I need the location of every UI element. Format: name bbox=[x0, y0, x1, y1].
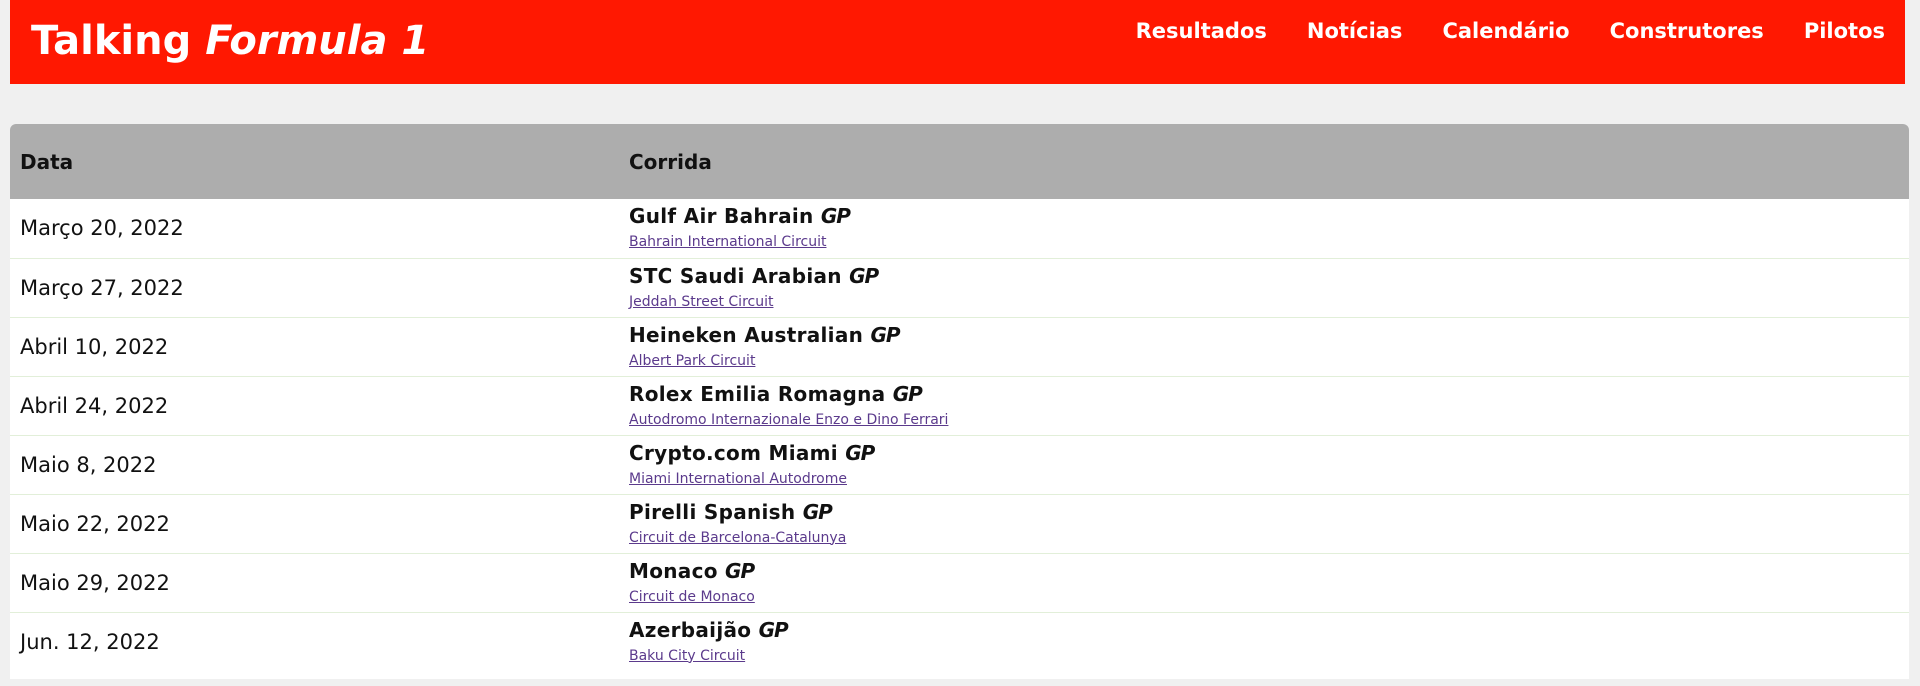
circuit-link[interactable]: Miami International Autodrome bbox=[629, 471, 847, 488]
gp-icon: GP bbox=[802, 499, 833, 524]
table-row: Março 27, 2022 STC Saudi Arabian GP Jeddah… bbox=[10, 258, 1909, 317]
race-date: Abril 24, 2022 bbox=[20, 393, 169, 418]
table-row: Maio 22, 2022 Pirelli Spanish GP Circuit d… bbox=[10, 494, 1909, 553]
race-name: Azerbaijão GP bbox=[629, 619, 1909, 641]
circuit-link[interactable]: Autodromo Internazionale Enzo e Dino Fer… bbox=[629, 412, 948, 429]
race-cell: Crypto.com Miami GP Miami International A… bbox=[619, 435, 1909, 494]
race-name: Crypto.com Miami GP bbox=[629, 442, 1909, 464]
logo-text-italic: Formula 1 bbox=[205, 18, 430, 64]
table-row: Maio 29, 2022 Monaco GP Circuit de Monaco bbox=[10, 553, 1909, 612]
race-title: Gulf Air Bahrain bbox=[629, 204, 814, 229]
nav-calendario[interactable]: Calendário bbox=[1442, 16, 1569, 46]
race-title: STC Saudi Arabian bbox=[629, 263, 842, 288]
race-name: Rolex Emilia Romagna GP bbox=[629, 383, 1909, 405]
main-nav: Resultados Notícias Calendário Construto… bbox=[1136, 16, 1885, 46]
gp-icon: GP bbox=[892, 381, 923, 406]
race-date: Jun. 12, 2022 bbox=[20, 629, 160, 654]
table-row: Março 20, 2022 Gulf Air Bahrain GP Bahrain… bbox=[10, 199, 1909, 258]
logo-text-main: Talking bbox=[31, 18, 192, 64]
table-row: Abril 10, 2022 Heineken Australian GP Albe… bbox=[10, 317, 1909, 376]
gp-icon: GP bbox=[870, 322, 900, 347]
race-cell: Pirelli Spanish GP Circuit de Barcelona-C… bbox=[619, 494, 1909, 553]
nav-construtores[interactable]: Construtores bbox=[1610, 16, 1764, 46]
gp-icon: GP bbox=[849, 263, 879, 288]
circuit-link[interactable]: Circuit de Barcelona-Catalunya bbox=[629, 530, 846, 547]
gp-icon: GP bbox=[845, 440, 875, 465]
race-date: Abril 10, 2022 bbox=[20, 334, 169, 359]
race-title: Crypto.com Miami bbox=[629, 440, 838, 465]
table-row: Abril 24, 2022 Rolex Emilia Romagna GP Aut… bbox=[10, 376, 1909, 435]
race-cell: STC Saudi Arabian GP Jeddah Street Circui… bbox=[619, 258, 1909, 317]
race-cell: Azerbaijão GP Baku City Circuit bbox=[619, 612, 1909, 671]
site-logo[interactable]: Talking Formula 1 bbox=[31, 16, 429, 66]
race-cell: Rolex Emilia Romagna GP Autodromo Interna… bbox=[619, 376, 1909, 435]
nav-pilotos[interactable]: Pilotos bbox=[1804, 16, 1885, 46]
nav-noticias[interactable]: Notícias bbox=[1307, 16, 1403, 46]
calendar-table: Data Corrida Março 20, 2022 Gulf Air Bahr… bbox=[10, 124, 1909, 671]
column-header-date: Data bbox=[20, 149, 74, 174]
gp-icon: GP bbox=[725, 558, 755, 583]
race-name: Gulf Air Bahrain GP bbox=[629, 205, 1909, 227]
table-header-row: Data Corrida bbox=[10, 124, 1909, 199]
circuit-link[interactable]: Albert Park Circuit bbox=[629, 353, 755, 370]
race-name: STC Saudi Arabian GP bbox=[629, 265, 1909, 287]
race-date: Maio 29, 2022 bbox=[20, 570, 170, 595]
calendar-table-container: Data Corrida Março 20, 2022 Gulf Air Bahr… bbox=[10, 124, 1909, 679]
circuit-link[interactable]: Baku City Circuit bbox=[629, 648, 745, 665]
race-title: Monaco bbox=[629, 558, 718, 583]
gp-icon: GP bbox=[820, 204, 851, 229]
column-header-race: Corrida bbox=[629, 149, 712, 174]
race-title: Rolex Emilia Romagna bbox=[629, 381, 886, 406]
race-date: Março 27, 2022 bbox=[20, 275, 184, 300]
table-row: Maio 8, 2022 Crypto.com Miami GP Miami Int… bbox=[10, 435, 1909, 494]
circuit-link[interactable]: Jeddah Street Circuit bbox=[629, 294, 773, 311]
nav-resultados[interactable]: Resultados bbox=[1136, 16, 1267, 46]
race-date: Maio 8, 2022 bbox=[20, 452, 157, 477]
circuit-link[interactable]: Circuit de Monaco bbox=[629, 589, 755, 606]
site-header: Talking Formula 1 Resultados Notícias Ca… bbox=[10, 0, 1905, 84]
race-cell: Monaco GP Circuit de Monaco bbox=[619, 553, 1909, 612]
race-name: Heineken Australian GP bbox=[629, 324, 1909, 346]
race-cell: Gulf Air Bahrain GP Bahrain International… bbox=[619, 199, 1909, 258]
race-date: Maio 22, 2022 bbox=[20, 511, 170, 536]
race-date: Março 20, 2022 bbox=[20, 216, 184, 241]
race-cell: Heineken Australian GP Albert Park Circui… bbox=[619, 317, 1909, 376]
race-title: Pirelli Spanish bbox=[629, 499, 796, 524]
gp-icon: GP bbox=[758, 617, 789, 642]
race-title: Heineken Australian bbox=[629, 322, 864, 347]
circuit-link[interactable]: Bahrain International Circuit bbox=[629, 234, 826, 251]
race-name: Monaco GP bbox=[629, 560, 1909, 582]
race-title: Azerbaijão bbox=[629, 617, 752, 642]
table-row: Jun. 12, 2022 Azerbaijão GP Baku City Circ… bbox=[10, 612, 1909, 671]
race-name: Pirelli Spanish GP bbox=[629, 501, 1909, 523]
